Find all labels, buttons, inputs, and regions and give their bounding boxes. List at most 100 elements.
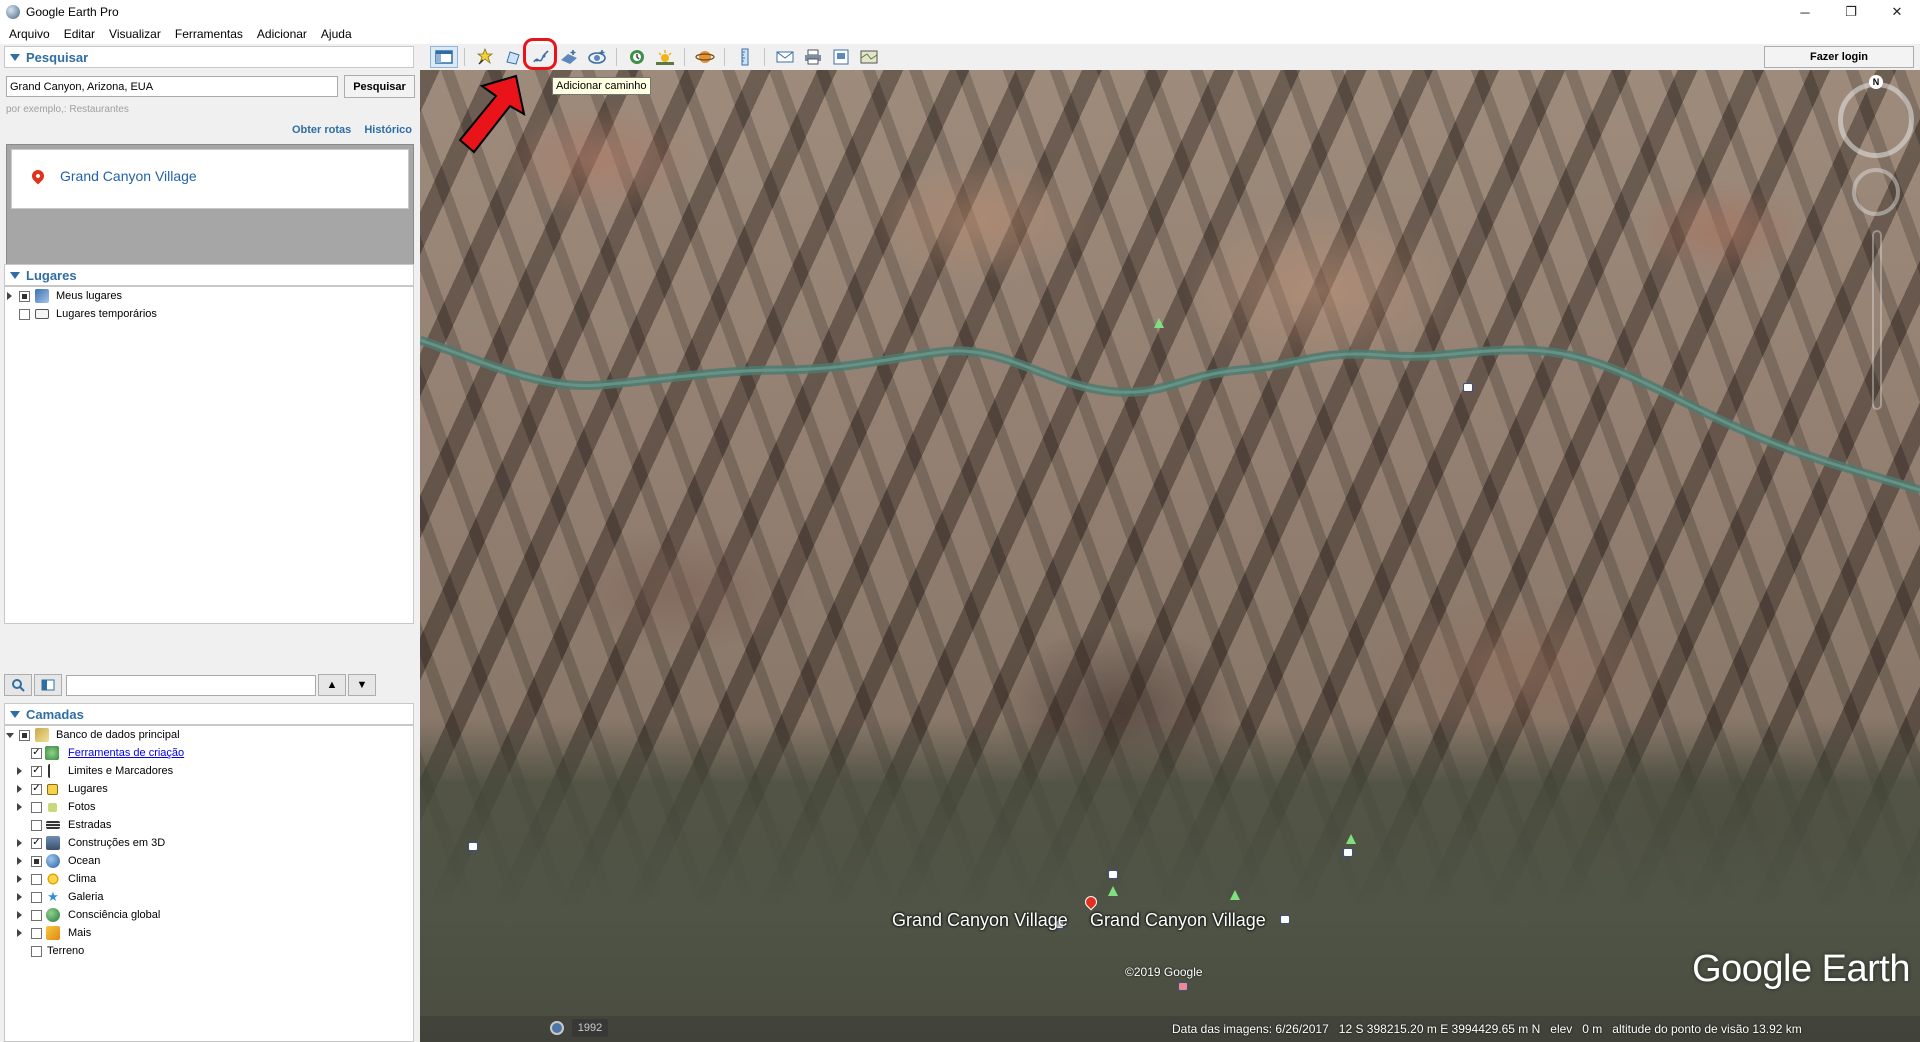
colorado-river — [420, 335, 1920, 495]
expand-arrow-icon[interactable] — [17, 893, 22, 901]
minimize-button[interactable]: ─ — [1782, 0, 1828, 24]
look-joystick[interactable] — [1852, 168, 1900, 216]
park-marker-icon[interactable] — [1346, 834, 1356, 844]
layer-item[interactable]: Consciência global — [5, 906, 413, 924]
checkbox[interactable] — [31, 801, 42, 813]
menu-adicionar[interactable]: Adicionar — [257, 27, 307, 41]
checkbox[interactable] — [31, 855, 42, 867]
zoom-slider[interactable] — [1872, 230, 1882, 410]
expand-arrow-icon[interactable] — [17, 785, 22, 793]
menu-editar[interactable]: Editar — [64, 27, 95, 41]
checkbox[interactable] — [31, 927, 42, 939]
search-result-item[interactable]: Grand Canyon Village — [11, 149, 409, 209]
layer-item[interactable]: ✓ Limites e Marcadores — [5, 762, 413, 780]
checkbox[interactable]: ✓ — [31, 783, 42, 795]
layer-item[interactable]: Ocean — [5, 852, 413, 870]
expand-arrow-icon[interactable] — [17, 767, 22, 775]
close-button[interactable]: ✕ — [1874, 0, 1920, 24]
login-button[interactable]: Fazer login — [1764, 46, 1914, 68]
print-button[interactable] — [800, 46, 826, 68]
checkbox[interactable] — [19, 308, 30, 320]
poi-marker-icon[interactable] — [1463, 383, 1473, 392]
add-placemark-button[interactable] — [472, 46, 498, 68]
expand-arrow-icon[interactable] — [7, 292, 12, 300]
database-icon — [35, 728, 49, 742]
tree-item-banco-de-dados[interactable]: Banco de dados principal — [5, 726, 413, 744]
ocean-icon — [46, 854, 60, 868]
layer-item[interactable]: ✓ Construções em 3D — [5, 834, 413, 852]
move-up-button[interactable]: ▲ — [318, 674, 346, 696]
expand-arrow-icon[interactable] — [17, 803, 22, 811]
park-marker-icon[interactable] — [1108, 886, 1118, 896]
save-image-button[interactable] — [828, 46, 854, 68]
north-indicator[interactable]: N — [1869, 75, 1883, 89]
menu-ajuda[interactable]: Ajuda — [321, 27, 352, 41]
checkbox[interactable] — [19, 290, 30, 302]
layer-search-button[interactable] — [4, 674, 32, 696]
layers-panel-header[interactable]: Camadas — [4, 703, 414, 725]
layer-item[interactable]: ✓ Ferramentas de criação — [5, 744, 413, 762]
switch-planet-button[interactable] — [692, 46, 718, 68]
expand-arrow-icon[interactable] — [17, 857, 22, 865]
expand-arrow-icon[interactable] — [17, 911, 22, 919]
pushpin-star-icon — [476, 48, 494, 65]
checkbox[interactable] — [31, 909, 42, 921]
menu-visualizar[interactable]: Visualizar — [109, 27, 161, 41]
poi-marker-icon[interactable] — [468, 842, 478, 851]
park-marker-icon[interactable] — [1154, 318, 1164, 328]
history-link[interactable]: Histórico — [364, 124, 412, 136]
add-image-overlay-button[interactable] — [556, 46, 582, 68]
historical-imagery-button[interactable] — [624, 46, 650, 68]
expand-arrow-icon[interactable] — [17, 929, 22, 937]
poi-marker-icon[interactable] — [1108, 870, 1118, 879]
move-down-button[interactable]: ▼ — [348, 674, 376, 696]
menu-arquivo[interactable]: Arquivo — [9, 27, 50, 41]
park-marker-icon[interactable] — [1230, 890, 1240, 900]
toggle-sidebar-button[interactable] — [430, 46, 458, 68]
checkbox[interactable] — [31, 873, 42, 885]
poi-marker-icon[interactable] — [1178, 982, 1188, 991]
view-in-maps-button[interactable] — [856, 46, 882, 68]
sunlight-button[interactable] — [652, 46, 678, 68]
poi-marker-icon[interactable] — [1280, 915, 1290, 924]
layer-item[interactable]: Estradas — [5, 816, 413, 834]
layer-item[interactable]: Fotos — [5, 798, 413, 816]
expand-arrow-icon[interactable] — [6, 732, 14, 738]
get-directions-link[interactable]: Obter rotas — [292, 124, 351, 136]
layer-filter-input[interactable] — [66, 674, 316, 696]
search-panel-header[interactable]: Pesquisar — [4, 46, 414, 68]
places-panel-header[interactable]: Lugares — [4, 264, 414, 286]
poi-marker-icon[interactable] — [1343, 848, 1353, 857]
elevation-label: elev — [1550, 1022, 1573, 1036]
expand-arrow-icon[interactable] — [17, 875, 22, 883]
checkbox[interactable]: ✓ — [31, 765, 42, 777]
layer-item[interactable]: Clima — [5, 870, 413, 888]
layer-item[interactable]: Terreno — [5, 942, 413, 960]
navigation-compass[interactable]: N — [1838, 75, 1914, 158]
search-input[interactable] — [6, 76, 338, 97]
checkbox[interactable] — [31, 819, 42, 831]
google-earth-icon — [6, 5, 20, 19]
checkbox[interactable] — [19, 729, 30, 741]
map-view-icon — [860, 50, 878, 64]
record-tour-button[interactable] — [584, 46, 610, 68]
tree-item-meus-lugares[interactable]: Meus lugares — [5, 287, 413, 305]
tree-item-lugares-temporarios[interactable]: Lugares temporários — [5, 305, 413, 323]
layer-item[interactable]: Mais — [5, 924, 413, 942]
map-place-label[interactable]: Grand Canyon Village — [1090, 910, 1266, 931]
map-view[interactable]: Grand Canyon Village Grand Canyon Villag… — [420, 70, 1920, 1042]
layer-item[interactable]: ★ Galeria — [5, 888, 413, 906]
checkbox[interactable] — [31, 891, 42, 903]
search-button[interactable]: Pesquisar — [344, 75, 415, 98]
expand-arrow-icon[interactable] — [17, 839, 22, 847]
menu-ferramentas[interactable]: Ferramentas — [175, 27, 243, 41]
checkbox[interactable]: ✓ — [31, 747, 42, 759]
sidebar-toggle-button[interactable] — [34, 674, 62, 696]
checkbox[interactable]: ✓ — [31, 837, 42, 849]
layer-item[interactable]: ✓ Lugares — [5, 780, 413, 798]
ruler-button[interactable] — [732, 46, 758, 68]
email-button[interactable] — [772, 46, 798, 68]
checkbox[interactable] — [31, 945, 42, 957]
map-place-label[interactable]: Grand Canyon Village — [892, 910, 1068, 931]
restore-button[interactable]: ❐ — [1828, 0, 1874, 24]
